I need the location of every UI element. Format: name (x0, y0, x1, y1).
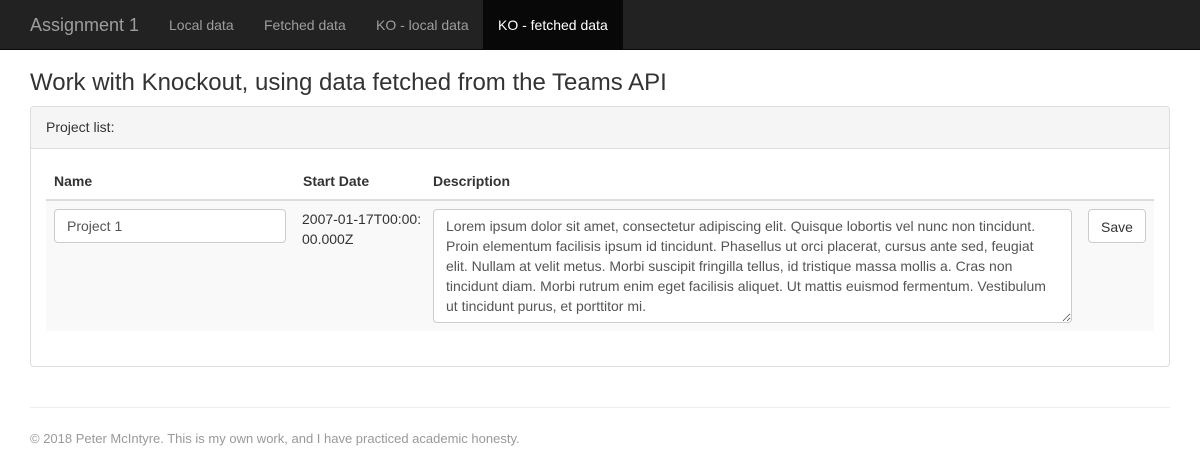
column-header-start-date: Start Date (303, 173, 370, 189)
nav-link-ko-fetched-data[interactable]: KO - fetched data (483, 0, 623, 50)
page-title: Work with Knockout, using data fetched f… (30, 69, 667, 96)
panel-heading: Project list: (31, 107, 1169, 149)
column-header-name: Name (54, 173, 93, 189)
nav-link-local-data[interactable]: Local data (169, 0, 234, 50)
project-start-date: 2007-01-17T00:00:00.000Z (302, 211, 422, 247)
nav-link-ko-local-data[interactable]: KO - local data (376, 0, 469, 50)
top-navbar: Assignment 1 Local data Fetched data KO … (0, 0, 1200, 50)
save-button[interactable]: Save (1088, 209, 1146, 243)
brand-link[interactable]: Assignment 1 (30, 0, 139, 50)
nav-link-fetched-data[interactable]: Fetched data (264, 0, 346, 50)
project-name-input[interactable] (54, 209, 286, 243)
footer-divider (30, 407, 1170, 408)
project-description-textarea[interactable]: Lorem ipsum dolor sit amet, consectetur … (433, 209, 1072, 323)
column-header-description: Description (433, 173, 511, 189)
footer-text: © 2018 Peter McIntyre. This is my own wo… (30, 431, 520, 446)
